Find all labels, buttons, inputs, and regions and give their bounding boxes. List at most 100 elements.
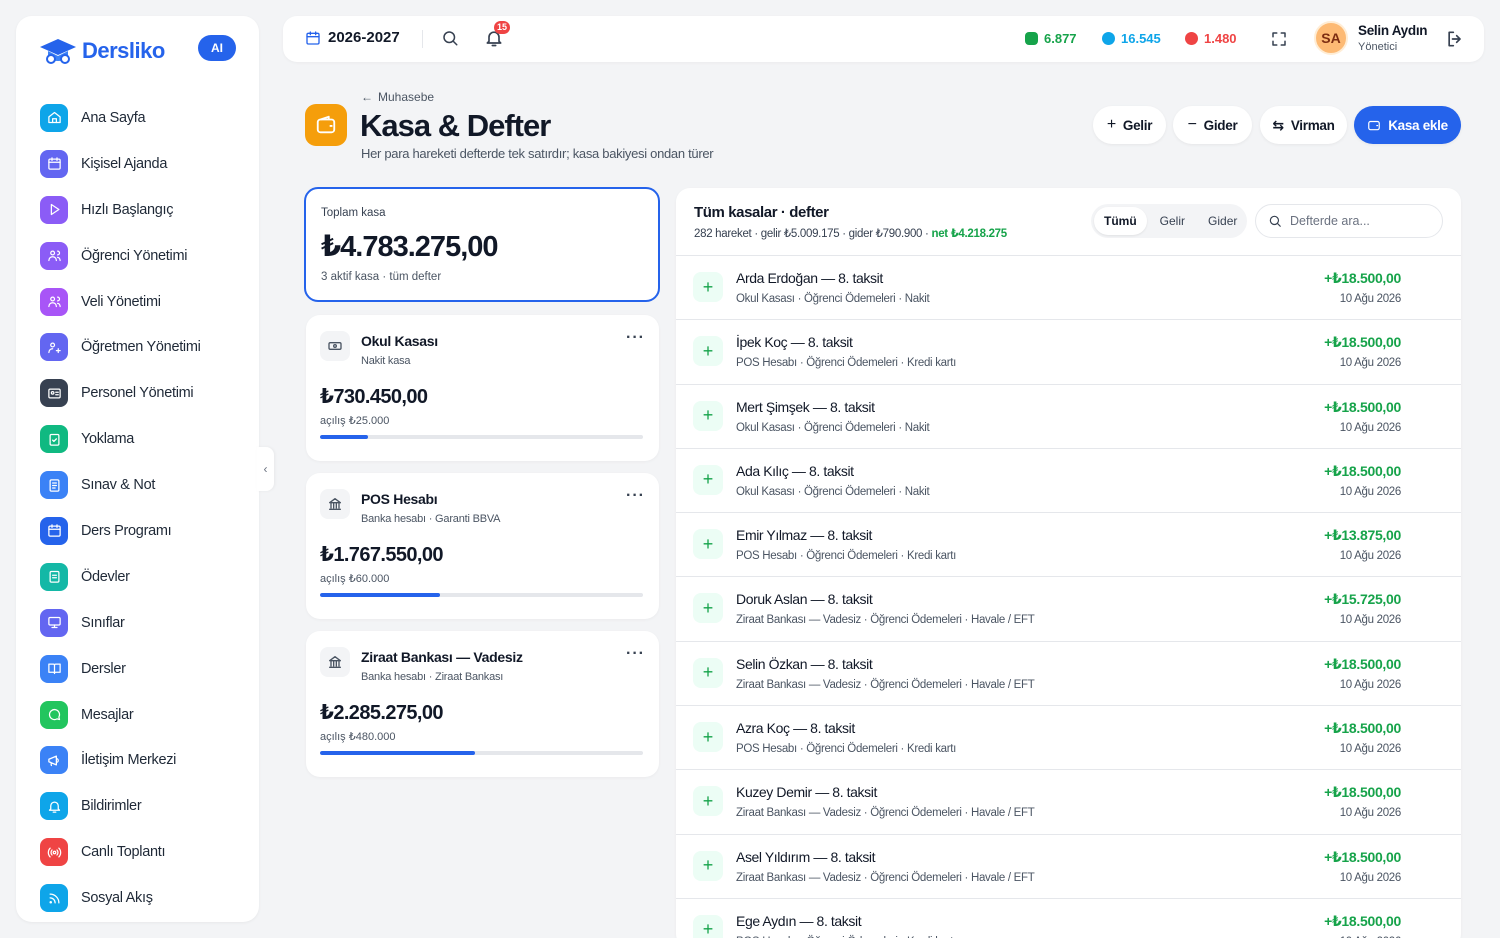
sidebar-item-sosyal-akış[interactable]: Sosyal Akış <box>40 875 240 921</box>
table-row[interactable]: + Asel Yıldırım — 8. taksit Ziraat Banka… <box>676 835 1461 899</box>
table-row[interactable]: + Emir Yılmaz — 8. taksit POS Hesabı · Ö… <box>676 513 1461 578</box>
sidebar-item-label: Öğretmen Yönetimi <box>81 339 201 356</box>
sidebar-item-veli-yönetimi[interactable]: Veli Yönetimi <box>40 279 240 325</box>
row-amount: +₺18.500,00 <box>1324 848 1401 865</box>
row-title: Kuzey Demir — 8. taksit <box>736 784 877 801</box>
users-icon <box>40 241 68 270</box>
account-name: Okul Kasası <box>361 333 438 349</box>
stat-value: 1.480 <box>1204 31 1237 46</box>
account-card[interactable]: Okul Kasası Nakit kasa ··· ₺730.450,00 a… <box>306 315 659 461</box>
table-row[interactable]: + Arda Erdoğan — 8. taksit Okul Kasası ·… <box>676 256 1461 321</box>
add-income-button[interactable]: + Gelir <box>1093 106 1166 144</box>
more-icon[interactable]: ··· <box>626 329 645 347</box>
sidebar-item-i-letişim-merkezi[interactable]: İletişim Merkezi <box>40 737 240 783</box>
clipboard-icon <box>40 562 68 591</box>
account-card[interactable]: Ziraat Bankası — Vadesiz Banka hesabı · … <box>306 631 659 777</box>
stat-green[interactable]: 6.877 <box>1025 31 1077 46</box>
stat-blue[interactable]: 16.545 <box>1102 31 1161 46</box>
balance-progress-fill <box>320 435 369 439</box>
sidebar-item-ana-sayfa[interactable]: Ana Sayfa <box>40 95 240 141</box>
total-subtext: 3 aktif kasa · tüm defter <box>321 271 442 283</box>
stat-value: 6.877 <box>1044 31 1077 46</box>
sidebar-item-dersler[interactable]: Dersler <box>40 646 240 692</box>
rss-icon <box>40 884 68 913</box>
sidebar-item-canlı-toplantı[interactable]: Canlı Toplantı <box>40 829 240 875</box>
tab-all[interactable]: Tümü <box>1094 207 1147 235</box>
row-detail: POS Hesabı · Öğrenci Ödemeleri · Kredi k… <box>736 357 957 370</box>
sidebar-item-sınıflar[interactable]: Sınıflar <box>40 600 240 646</box>
more-icon[interactable]: ··· <box>626 487 645 505</box>
add-cashbox-button[interactable]: Kasa ekle <box>1354 106 1461 144</box>
plus-icon: + <box>693 593 723 624</box>
stat-value: 16.545 <box>1121 31 1161 46</box>
avatar[interactable]: SA <box>1314 21 1348 55</box>
sidebar-item-ödevler[interactable]: Ödevler <box>40 554 240 600</box>
account-balance: ₺730.450,00 <box>320 386 428 408</box>
academic-year: 2026-2027 <box>328 29 400 46</box>
academic-year-selector[interactable]: 2026-2027 <box>305 29 400 46</box>
fullscreen-icon[interactable] <box>1270 30 1288 48</box>
search-icon[interactable] <box>441 29 459 47</box>
sidebar-item-hızlı-başlangıç[interactable]: Hızlı Başlangıç <box>40 187 240 233</box>
table-row[interactable]: + Kuzey Demir — 8. taksit Ziraat Bankası… <box>676 770 1461 835</box>
table-row[interactable]: + Azra Koç — 8. taksit POS Hesabı · Öğre… <box>676 706 1461 771</box>
table-row[interactable]: + Doruk Aslan — 8. taksit Ziraat Bankası… <box>676 577 1461 642</box>
chevron-left-icon: ‹ <box>263 462 268 476</box>
sidebar-item-ders-programı[interactable]: Ders Programı <box>40 508 240 554</box>
row-date: 10 Ağu 2026 <box>1339 550 1402 563</box>
ledger-search[interactable] <box>1255 204 1443 238</box>
user-name: Selin Aydın <box>1358 23 1428 38</box>
ai-badge[interactable]: AI <box>198 35 236 61</box>
broadcast-icon <box>40 838 68 867</box>
row-date: 10 Ağu 2026 <box>1339 357 1402 370</box>
brand-logo[interactable]: Dersliko <box>38 34 165 68</box>
page-title: Kasa & Defter <box>360 108 551 143</box>
table-row[interactable]: + Ege Aydın — 8. taksit POS Hesabı · Öğr… <box>676 899 1461 938</box>
page-subtitle: Her para hareketi defterde tek satırdır;… <box>361 146 714 161</box>
ledger-search-input[interactable] <box>1290 214 1430 228</box>
tab-expense[interactable]: Gider <box>1198 207 1247 235</box>
sidebar-item-label: Dersler <box>81 660 126 677</box>
account-opening: açılış ₺25.000 <box>320 415 390 427</box>
sidebar-item-kişisel-ajanda[interactable]: Kişisel Ajanda <box>40 141 240 187</box>
account-opening: açılış ₺480.000 <box>320 731 396 743</box>
logout-icon[interactable] <box>1445 29 1465 49</box>
user-role: Yönetici <box>1358 41 1398 53</box>
sidebar-item-label: Ana Sayfa <box>81 109 146 126</box>
ledger-summary-text: 282 hareket · gelir ₺5.009.175 · gider ₺… <box>694 228 932 240</box>
stat-red[interactable]: 1.480 <box>1185 31 1237 46</box>
sidebar-item-personel-yönetimi[interactable]: Personel Yönetimi <box>40 370 240 416</box>
table-row[interactable]: + Selin Özkan — 8. taksit Ziraat Bankası… <box>676 642 1461 707</box>
account-card[interactable]: POS Hesabı Banka hesabı · Garanti BBVA ·… <box>306 473 659 619</box>
home-icon <box>40 103 68 132</box>
more-icon[interactable]: ··· <box>626 645 645 663</box>
table-row[interactable]: + Ada Kılıç — 8. taksit Okul Kasası · Öğ… <box>676 449 1461 514</box>
sidebar-item-yoklama[interactable]: Yoklama <box>40 416 240 462</box>
add-expense-button[interactable]: − Gider <box>1173 106 1252 144</box>
calendar-icon <box>40 149 68 178</box>
monitor-icon <box>40 608 68 637</box>
sidebar-item-bildirimler[interactable]: Bildirimler <box>40 783 240 829</box>
sidebar-item-öğrenci-yönetimi[interactable]: Öğrenci Yönetimi <box>40 233 240 279</box>
balance-progress <box>320 435 643 439</box>
sidebar-item-label: Sosyal Akış <box>81 890 153 907</box>
table-row[interactable]: + Mert Şimşek — 8. taksit Okul Kasası · … <box>676 385 1461 449</box>
row-detail: Ziraat Bankası — Vadesiz · Öğrenci Ödeme… <box>736 678 1035 691</box>
plus-icon: + <box>693 400 723 431</box>
total-cash-card[interactable]: Toplam kasa ₺4.783.275,00 3 aktif kasa ·… <box>304 187 660 302</box>
table-row[interactable]: + İpek Koç — 8. taksit POS Hesabı · Öğre… <box>676 320 1461 385</box>
sidebar-item-sınav-not[interactable]: Sınav & Not <box>40 462 240 508</box>
breadcrumb[interactable]: ← Muhasebe <box>361 90 434 104</box>
tab-income[interactable]: Gelir <box>1150 207 1195 235</box>
ledger-rows: + Arda Erdoğan — 8. taksit Okul Kasası ·… <box>676 255 1461 938</box>
collapse-sidebar-button[interactable]: ‹ <box>257 447 274 491</box>
bank-icon <box>320 647 350 677</box>
notification-badge: 15 <box>494 21 511 34</box>
account-opening: açılış ₺60.000 <box>320 573 390 585</box>
row-title: Azra Koç — 8. taksit <box>736 720 855 737</box>
user-gear-icon <box>40 333 68 362</box>
row-detail: Okul Kasası · Öğrenci Ödemeleri · Nakit <box>736 293 930 305</box>
transfer-button[interactable]: ⇆ Virman <box>1260 106 1347 144</box>
sidebar-item-öğretmen-yönetimi[interactable]: Öğretmen Yönetimi <box>40 324 240 370</box>
sidebar-item-mesajlar[interactable]: Mesajlar <box>40 692 240 738</box>
